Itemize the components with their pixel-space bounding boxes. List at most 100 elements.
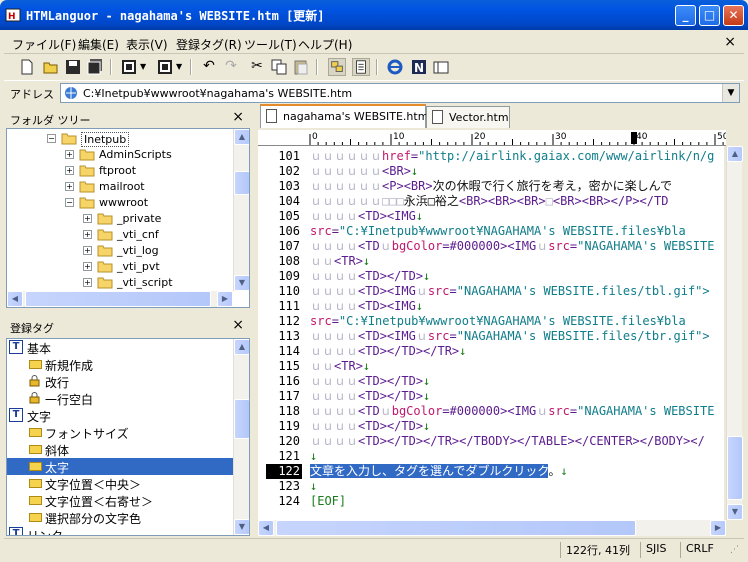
expand-icon[interactable]: + bbox=[65, 150, 74, 159]
tag-item[interactable]: 新規作成 bbox=[7, 356, 233, 373]
scroll-thumb[interactable] bbox=[234, 399, 249, 439]
tag-item[interactable]: 一行空白 bbox=[7, 390, 233, 407]
code-line[interactable]: [EOF] bbox=[310, 494, 724, 509]
code-line[interactable]: ｕｕｕｕ<TD></TD>↓ bbox=[310, 269, 724, 284]
menu-view[interactable]: 表示(V) bbox=[126, 36, 168, 53]
code-line[interactable]: ｕｕｕｕ<TD><IMG↓ bbox=[310, 209, 724, 224]
folder-tree-vscroll[interactable]: ▲ ▼ bbox=[233, 129, 249, 291]
maximize-icon[interactable]: □ bbox=[699, 5, 720, 26]
save-icon[interactable] bbox=[64, 58, 82, 76]
code-line[interactable]: ｕｕｕｕｕｕhref="http://airlink.gaiax.com/www… bbox=[310, 149, 724, 164]
code-line[interactable]: ｕｕｕｕ<TD></TD>↓ bbox=[310, 419, 724, 434]
collapse-icon[interactable]: − bbox=[47, 134, 56, 143]
tag-category[interactable]: T 文字 bbox=[7, 407, 233, 424]
menu-registered-tags[interactable]: 登録タグ(R) bbox=[176, 36, 242, 53]
menu-tools[interactable]: ツール(T) bbox=[244, 36, 297, 53]
tag-category[interactable]: T 基本 bbox=[7, 339, 233, 356]
cut-icon[interactable]: ✂ bbox=[248, 58, 266, 76]
expand-icon[interactable]: + bbox=[83, 278, 92, 287]
chevron-down-icon[interactable]: ▼ bbox=[722, 84, 739, 102]
netscape-preview-icon[interactable]: N bbox=[410, 58, 428, 76]
tag-list-vscroll[interactable]: ▲ ▼ bbox=[233, 339, 249, 535]
scroll-left-icon[interactable]: ◀ bbox=[258, 520, 274, 536]
code-line[interactable]: ｕｕｕｕ<TD><IMGｕsrc="NAGAHAMA's WEBSITE.fil… bbox=[310, 284, 724, 299]
resize-grip-icon[interactable]: ⋰ bbox=[730, 545, 739, 555]
minimize-icon[interactable]: _ bbox=[675, 5, 696, 26]
tag-item[interactable]: フォントサイズ bbox=[7, 424, 233, 441]
code-line[interactable]: ｕｕｕｕ<TD><IMGｕsrc="NAGAHAMA's WEBSITE.fil… bbox=[310, 329, 724, 344]
code-line[interactable]: 文章を入力し、タグを選んでダブルクリック。↓ bbox=[310, 464, 724, 479]
save-all-icon[interactable] bbox=[86, 58, 104, 76]
new-file-icon[interactable] bbox=[18, 58, 36, 76]
close-icon[interactable]: × bbox=[232, 317, 244, 333]
menu-help[interactable]: ヘルプ(H) bbox=[298, 36, 352, 53]
code-editor[interactable]: 101 102 103 104 105 106 107 108 109 110 111 112 113 1… bbox=[258, 146, 724, 520]
menu-edit[interactable]: 編集(E) bbox=[78, 36, 119, 53]
menu-file[interactable]: ファイル(F) bbox=[12, 36, 76, 53]
redo-icon[interactable]: ↷ bbox=[222, 58, 240, 76]
tag-item[interactable]: 選択部分の文字色 bbox=[7, 509, 233, 526]
tag-item[interactable]: 改行 bbox=[7, 373, 233, 390]
code-line[interactable]: ｕｕｕｕ<TD></TD></TR>↓ bbox=[310, 344, 724, 359]
chevron-down-icon[interactable]: ▼ bbox=[176, 62, 182, 71]
folder-tree-toggle-icon[interactable] bbox=[328, 58, 346, 76]
tag-item[interactable]: 斜体 bbox=[7, 441, 233, 458]
scroll-right-icon[interactable]: ▶ bbox=[217, 291, 233, 307]
open-folder-icon[interactable] bbox=[42, 58, 60, 76]
expand-icon[interactable]: + bbox=[83, 246, 92, 255]
tag-category[interactable]: T リンク bbox=[7, 526, 233, 535]
copy-icon[interactable] bbox=[270, 58, 288, 76]
window-icon[interactable] bbox=[432, 58, 450, 76]
scroll-down-icon[interactable]: ▼ bbox=[234, 519, 249, 535]
tag-item[interactable]: 太字 bbox=[7, 458, 233, 475]
collapse-icon[interactable]: − bbox=[65, 198, 74, 207]
editor-hscroll[interactable]: ◀ ▶ bbox=[258, 520, 726, 536]
code-line[interactable]: src="C:¥Inetpub¥wwwroot¥NAGAHAMA's WEBSI… bbox=[310, 314, 724, 329]
menu-close-icon[interactable]: × bbox=[724, 34, 736, 50]
scroll-thumb[interactable] bbox=[25, 291, 211, 307]
close-icon[interactable]: ✕ bbox=[723, 5, 744, 26]
code-line[interactable]: ｕｕｕｕ<TDｕbgColor=#000000><IMGｕsrc="NAGAHA… bbox=[310, 404, 724, 419]
tag-list-toggle-icon[interactable] bbox=[352, 58, 370, 76]
scroll-up-icon[interactable]: ▲ bbox=[234, 129, 249, 145]
scroll-thumb[interactable] bbox=[727, 436, 743, 500]
expand-icon[interactable]: + bbox=[65, 182, 74, 191]
expand-icon[interactable]: + bbox=[83, 230, 92, 239]
browser-preview-icon[interactable] bbox=[386, 58, 404, 76]
code-line[interactable]: ｕｕｕｕ<TD></TD>↓ bbox=[310, 389, 724, 404]
frame-left-icon[interactable] bbox=[120, 58, 138, 76]
tag-item[interactable]: 文字位置＜右寄せ＞ bbox=[7, 492, 233, 509]
tag-item[interactable]: 文字位置＜中央＞ bbox=[7, 475, 233, 492]
address-input[interactable]: C:¥Inetpub¥wwwroot¥nagahama's WEBSITE.ht… bbox=[60, 83, 740, 103]
folder-tree-hscroll[interactable]: ◀ ▶ bbox=[7, 291, 233, 307]
expand-icon[interactable]: + bbox=[65, 166, 74, 175]
code-line[interactable]: ↓ bbox=[310, 479, 724, 494]
scroll-down-icon[interactable]: ▼ bbox=[234, 275, 249, 291]
code-line[interactable]: ｕｕｕｕｕｕ<BR>↓ bbox=[310, 164, 724, 179]
expand-icon[interactable]: + bbox=[83, 262, 92, 271]
code-line[interactable]: ｕｕ<TR>↓ bbox=[310, 359, 724, 374]
chevron-down-icon[interactable]: ▼ bbox=[140, 62, 146, 71]
frame-right-icon[interactable] bbox=[156, 58, 174, 76]
code-line[interactable]: ｕｕｕｕ<TDｕbgColor=#000000><IMGｕsrc="NAGAHA… bbox=[310, 239, 724, 254]
scroll-left-icon[interactable]: ◀ bbox=[7, 291, 23, 307]
scroll-right-icon[interactable]: ▶ bbox=[710, 520, 726, 536]
code-line[interactable]: src="C:¥Inetpub¥wwwroot¥NAGAHAMA's WEBSI… bbox=[310, 224, 724, 239]
undo-icon[interactable]: ↶ bbox=[200, 58, 218, 76]
tab-nagahama-website[interactable]: nagahama's WEBSITE.htm bbox=[260, 104, 428, 128]
scroll-up-icon[interactable]: ▲ bbox=[727, 146, 743, 162]
code-line[interactable]: ｕｕｕｕ<TD></TD>↓ bbox=[310, 374, 724, 389]
code-line[interactable]: ｕｕｕｕｕｕ<P><BR>次の休暇で行く旅行を考え，密かに楽しんで bbox=[310, 179, 724, 194]
paste-icon[interactable] bbox=[292, 58, 310, 76]
code-line[interactable]: ｕｕｕｕｕｕ□□□永浜□裕之<BR><BR><BR>□<BR><BR></P><… bbox=[310, 194, 724, 209]
editor-vscroll[interactable]: ▲ ▼ bbox=[726, 146, 743, 520]
scroll-thumb[interactable] bbox=[276, 520, 636, 536]
scroll-thumb[interactable] bbox=[234, 171, 249, 195]
close-icon[interactable]: × bbox=[232, 109, 244, 125]
scroll-up-icon[interactable]: ▲ bbox=[234, 339, 249, 355]
code-line[interactable]: ｕｕ<TR>↓ bbox=[310, 254, 724, 269]
expand-icon[interactable]: + bbox=[83, 214, 92, 223]
scroll-down-icon[interactable]: ▼ bbox=[727, 504, 743, 520]
code-line[interactable]: ↓ bbox=[310, 449, 724, 464]
tab-vector[interactable]: Vector.htm bbox=[426, 106, 510, 128]
